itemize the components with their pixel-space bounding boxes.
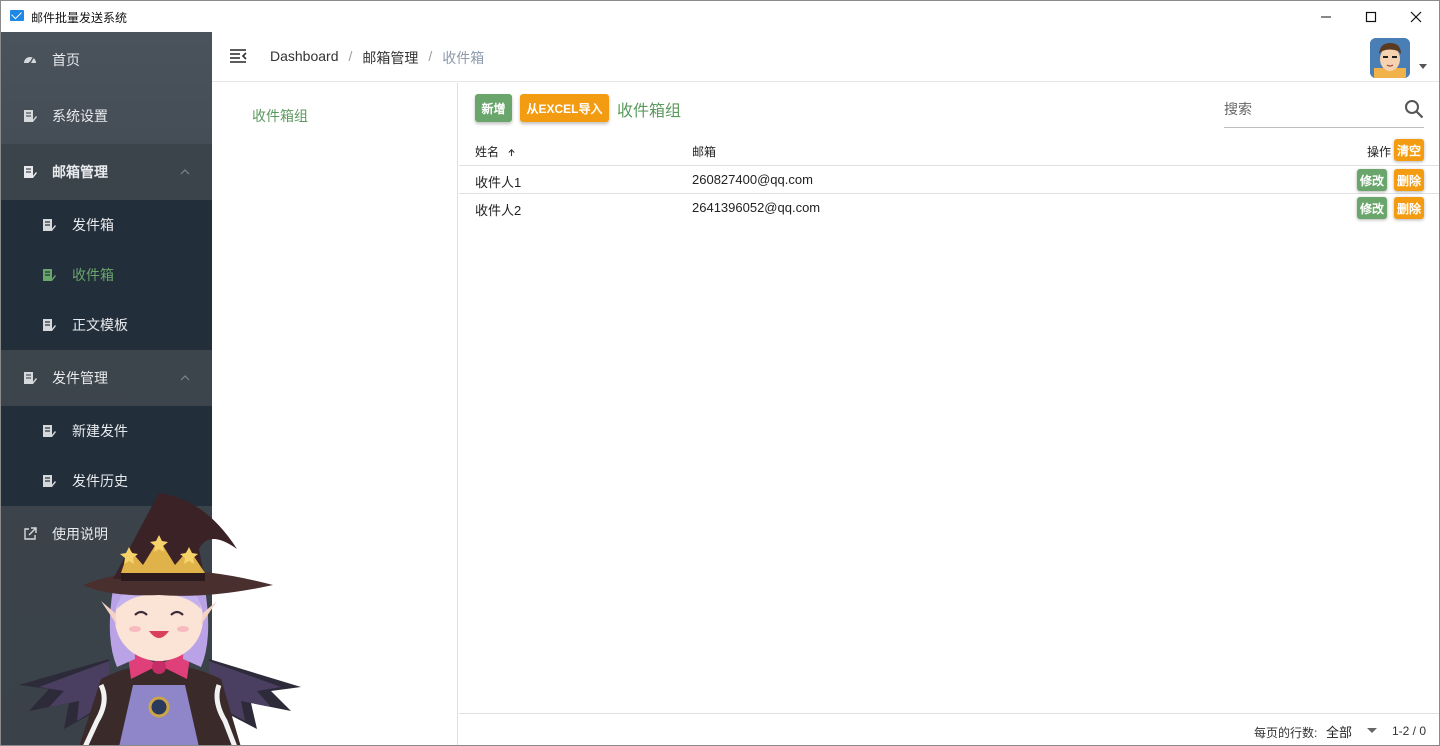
section-title: 收件箱组 [617,103,682,120]
chevron-down-icon[interactable] [1367,728,1377,733]
main-content: 新增 从EXCEL导入 收件箱组 姓名 邮箱 操作 清空 [459,83,1439,745]
avatar[interactable] [1370,38,1410,78]
column-header-actions: 操作 [1367,145,1392,159]
breadcrumb-mailbox[interactable]: 邮箱管理 [362,48,418,68]
mail-icon [10,10,24,21]
add-button[interactable]: 新增 [475,94,512,122]
window-title: 邮件批量发送系统 [31,11,128,25]
edit-doc-icon [43,425,56,437]
cell-email: 2641396052@qq.com [692,200,821,215]
menu-toggle-icon[interactable] [229,48,247,64]
sidebar-item-inbox[interactable]: 收件箱 [1,250,212,300]
breadcrumb-separator: / [428,48,433,64]
group-item[interactable]: 收件箱组 [252,106,308,126]
edit-doc-icon [43,219,56,231]
app-header: Dashboard / 邮箱管理 / 收件箱 [212,32,1439,82]
avatar-image [1370,38,1410,78]
sort-ascending-icon[interactable] [507,148,516,157]
sidebar-item-outbox[interactable]: 发件箱 [1,200,212,250]
maximize-button[interactable] [1348,1,1394,32]
delete-button[interactable]: 删除 [1394,197,1424,219]
sidebar-item-label: 正文模板 [72,317,128,333]
edit-doc-icon [43,475,56,487]
app-window: 邮件批量发送系统 首页 系统设置 邮箱管理 发件箱 收件箱 正文模板 发件管理 … [0,0,1440,746]
chevron-down-icon[interactable] [1419,64,1427,69]
minimize-icon [1321,16,1331,17]
sidebar-item-mailbox[interactable]: 邮箱管理 [1,144,212,200]
cell-name: 收件人1 [475,175,522,190]
sidebar-item-label: 发件管理 [52,370,108,386]
sidebar-item-label: 发件箱 [72,217,114,233]
pagination-range: 1-2 / 0 [1392,724,1427,738]
search-icon[interactable] [1404,99,1424,119]
submenu-mailbox: 发件箱 收件箱 正文模板 [1,200,212,350]
sidebar-item-label: 发件历史 [72,473,128,489]
edit-doc-icon [43,319,56,331]
edit-doc-icon [24,372,37,384]
breadcrumb-dashboard[interactable]: Dashboard [270,48,339,68]
chevron-up-icon [180,375,190,381]
search-input[interactable] [1224,101,1394,117]
close-icon [1410,11,1422,22]
sidebar-item-label: 首页 [52,52,80,68]
table-row: 收件人1 260827400@qq.com 修改 删除 [459,166,1439,194]
edit-button[interactable]: 修改 [1357,169,1387,191]
rows-per-page-select[interactable]: 全部 [1326,722,1352,741]
edit-doc-icon [24,110,37,122]
search-box [1224,93,1424,128]
dashboard-icon [24,57,36,65]
edit-doc-icon [24,166,37,178]
table-row: 收件人2 2641396052@qq.com 修改 删除 [459,194,1439,222]
sidebar-item-home[interactable]: 首页 [1,32,212,88]
sidebar-item-label: 新建发件 [72,423,128,439]
cell-name: 收件人2 [475,203,522,218]
sidebar-item-settings[interactable]: 系统设置 [1,88,212,144]
sidebar-item-label: 收件箱 [72,267,114,283]
close-button[interactable] [1393,1,1439,32]
import-excel-button[interactable]: 从EXCEL导入 [520,94,609,122]
breadcrumb-separator: / [348,48,353,64]
minimize-button[interactable] [1303,1,1349,32]
sidebar-item-sending[interactable]: 发件管理 [1,350,212,406]
title-bar: 邮件批量发送系统 [1,1,1439,32]
clear-button[interactable]: 清空 [1394,139,1424,161]
sidebar-item-new-send[interactable]: 新建发件 [1,406,212,456]
column-header-label: 姓名 [475,145,500,159]
recipients-table: 姓名 邮箱 操作 清空 收件人1 260827400@qq.com 修改 删除 … [459,135,1439,222]
mascot-illustration [19,493,301,745]
sidebar-item-label: 系统设置 [52,108,108,124]
sidebar-item-label: 邮箱管理 [52,164,108,180]
breadcrumb-inbox: 收件箱 [442,50,485,66]
sidebar-item-templates[interactable]: 正文模板 [1,300,212,350]
breadcrumb: Dashboard / 邮箱管理 / 收件箱 [270,48,484,68]
delete-button[interactable]: 删除 [1394,169,1424,191]
maximize-icon [1365,11,1377,22]
rows-per-page-label: 每页的行数: [1254,726,1318,740]
edit-button[interactable]: 修改 [1357,197,1387,219]
table-header: 姓名 邮箱 操作 清空 [459,135,1439,166]
column-header-email: 邮箱 [692,145,717,159]
edit-doc-icon [43,269,56,281]
table-footer: 每页的行数: 全部 1-2 / 0 [459,713,1439,745]
cell-email: 260827400@qq.com [692,172,813,187]
column-header-name[interactable]: 姓名 [475,143,516,160]
chevron-up-icon [180,169,190,175]
